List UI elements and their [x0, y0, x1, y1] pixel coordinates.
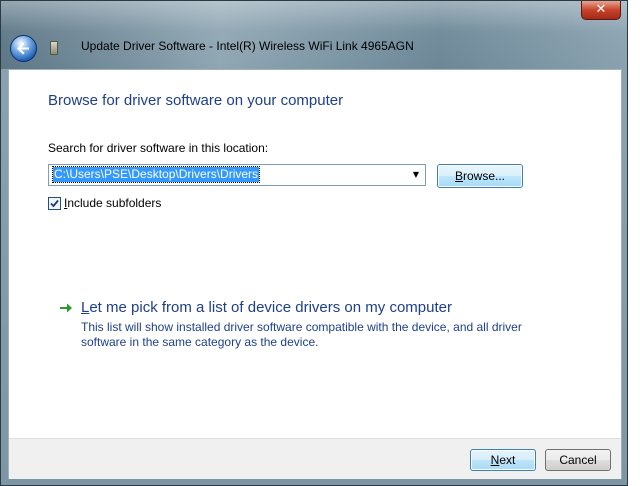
window-title: Update Driver Software - Intel(R) Wirele… [81, 39, 414, 53]
browse-button-label: rowse... [463, 169, 506, 183]
close-button[interactable]: ✕ [581, 1, 621, 20]
include-subfolders-text: nclude subfolders [67, 196, 162, 210]
search-location-combobox[interactable]: C:\Users\PSE\Desktop\Drivers\Drivers ▼ [48, 164, 426, 186]
close-icon: ✕ [595, 2, 607, 17]
dropdown-arrow-icon[interactable]: ▼ [409, 165, 423, 185]
dialog-window: ✕ Update Driver Software - Intel(R) Wire… [0, 0, 628, 486]
browse-button-mnemonic: B [454, 169, 463, 183]
dialog-content: Browse for driver software on your compu… [8, 69, 622, 479]
titlebar: ✕ Update Driver Software - Intel(R) Wire… [1, 1, 627, 69]
device-icon [50, 41, 58, 55]
dialog-footer: Next Cancel [9, 438, 621, 479]
pick-from-list-title: et me pick from a list of device drivers… [89, 299, 452, 316]
next-button-label: ext [499, 453, 516, 467]
next-button[interactable]: Next [470, 449, 536, 471]
search-location-label: Search for driver software in this locat… [48, 141, 269, 155]
back-button[interactable] [10, 35, 37, 62]
back-arrow-icon [17, 42, 29, 55]
green-arrow-icon[interactable] [59, 302, 73, 314]
cancel-button[interactable]: Cancel [545, 449, 611, 471]
pick-from-list-link[interactable]: Let me pick from a list of device driver… [81, 299, 452, 316]
page-heading: Browse for driver software on your compu… [48, 92, 344, 109]
search-location-value[interactable]: C:\Users\PSE\Desktop\Drivers\Drivers [51, 166, 261, 183]
pick-from-list-description: This list will show installed driver sof… [81, 320, 522, 349]
checkmark-icon [50, 199, 59, 208]
include-subfolders-label[interactable]: Include subfolders [64, 196, 161, 210]
include-subfolders-checkbox[interactable] [48, 197, 61, 210]
browse-button[interactable]: Browse... [437, 164, 523, 188]
titlebar-background [1, 1, 627, 69]
